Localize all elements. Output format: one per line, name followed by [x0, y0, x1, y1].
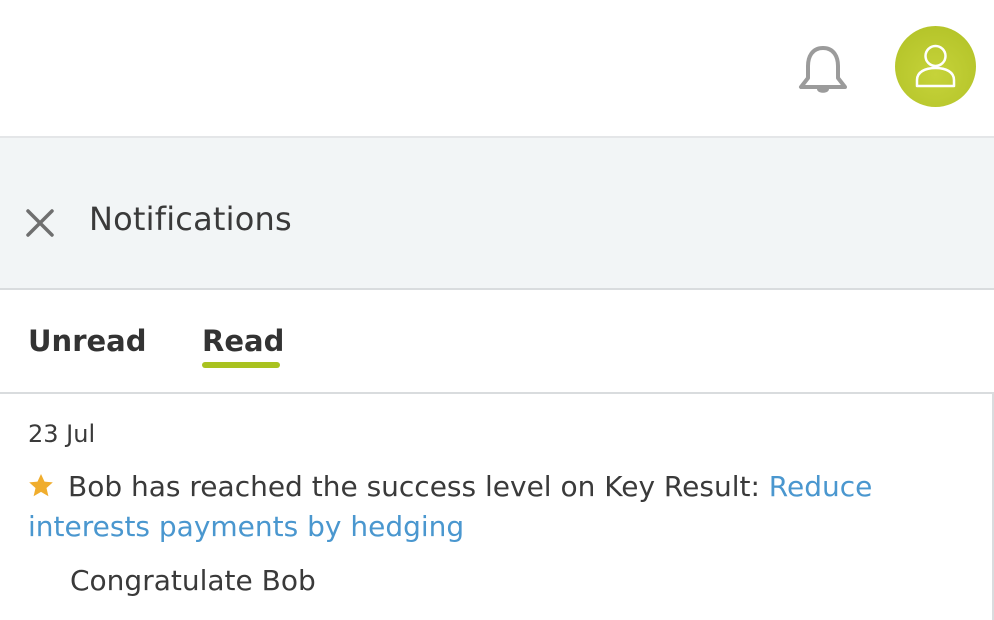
notification-list: 23 Jul Bob has reached the success level… — [0, 394, 994, 620]
tab-unread[interactable]: Unread — [28, 324, 147, 358]
top-bar — [0, 0, 994, 138]
notification-tabs: Unread Read — [0, 290, 994, 394]
notification-item: Bob has reached the success level on Key… — [28, 468, 958, 546]
active-tab-indicator — [202, 362, 280, 368]
user-avatar[interactable] — [895, 26, 976, 107]
star-icon — [28, 470, 54, 508]
user-icon — [915, 44, 956, 88]
panel-title: Notifications — [89, 200, 292, 238]
tab-read[interactable]: Read — [202, 324, 284, 358]
notifications-panel-header: Notifications — [0, 138, 994, 290]
notification-date: 23 Jul — [28, 420, 96, 448]
notification-text: Bob has reached the success level on Key… — [68, 470, 769, 503]
congratulate-button[interactable]: Congratulate Bob — [70, 564, 316, 597]
bell-icon[interactable] — [796, 42, 850, 96]
close-icon[interactable] — [22, 205, 58, 241]
